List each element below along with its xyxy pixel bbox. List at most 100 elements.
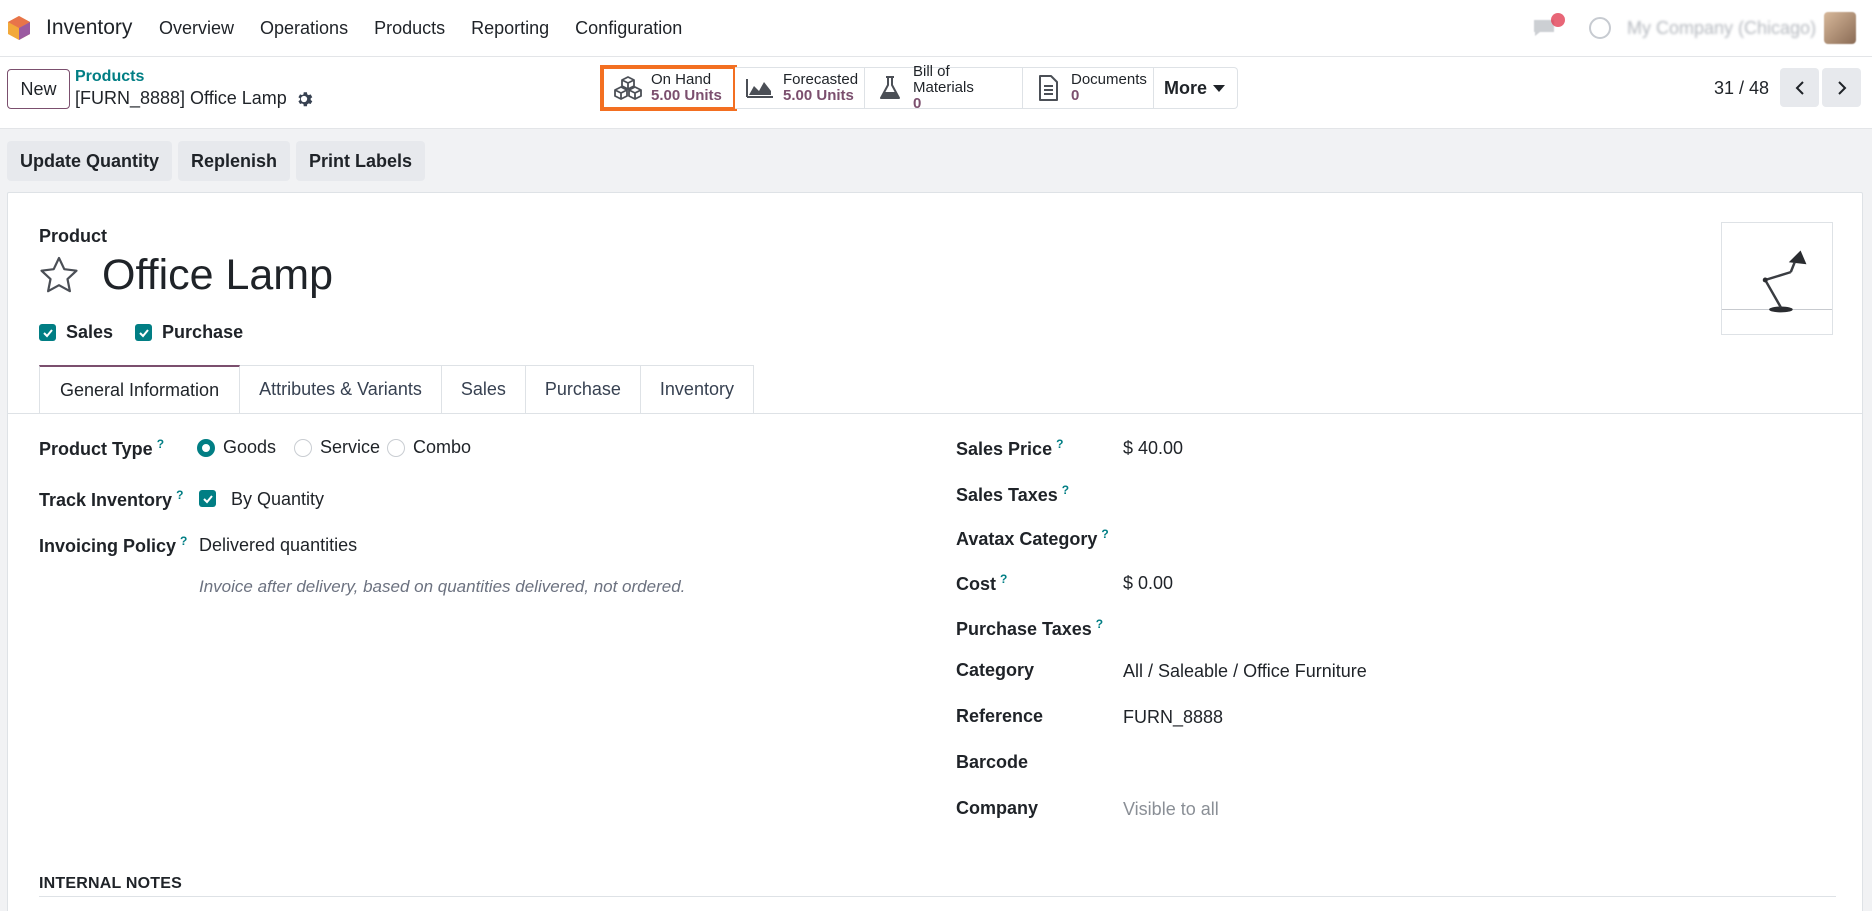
pager-value[interactable]: 31 / 48: [1714, 78, 1769, 99]
bom-label: Bill of Materials: [913, 63, 974, 96]
inventory-app-icon[interactable]: [7, 15, 31, 41]
radio-goods[interactable]: Goods: [197, 437, 276, 458]
product-label: Product: [39, 226, 108, 246]
chevron-right-icon: [1837, 80, 1846, 95]
forecasted-smart-button[interactable]: Forecasted 5.00 Units: [735, 67, 865, 109]
category-value[interactable]: All / Saleable / Office Furniture: [1123, 661, 1367, 682]
menu-operations[interactable]: Operations: [260, 18, 348, 39]
on-hand-value: 5.00 Units: [651, 87, 722, 104]
internal-notes-heading: INTERNAL NOTES: [39, 875, 182, 892]
internal-notes-divider: [39, 896, 1836, 897]
action-buttons: Update Quantity Replenish Print Labels: [7, 141, 426, 181]
reference-label: Reference: [956, 706, 1044, 726]
breadcrumb-products-link[interactable]: Products: [75, 68, 144, 86]
tab-inventory[interactable]: Inventory: [640, 365, 754, 414]
company-switcher[interactable]: My Company (Chicago): [1627, 18, 1816, 39]
radio-goods-label[interactable]: Goods: [223, 437, 276, 458]
radio-combo-button[interactable]: [387, 438, 405, 457]
radio-service[interactable]: Service: [294, 437, 380, 458]
sales-checkbox-label[interactable]: Sales: [66, 322, 113, 343]
chevron-left-icon: [1795, 80, 1804, 95]
menu-reporting[interactable]: Reporting: [471, 18, 549, 39]
radio-combo-label[interactable]: Combo: [413, 437, 471, 458]
document-icon: [1039, 75, 1058, 101]
forecasted-value: 5.00 Units: [783, 87, 854, 104]
radio-goods-button[interactable]: [197, 438, 215, 457]
company-label: Company: [956, 798, 1039, 818]
category-label: Category: [956, 660, 1035, 680]
gear-icon[interactable]: [295, 90, 313, 108]
smart-buttons: On Hand 5.00 Units Forecasted 5.00 Units…: [600, 63, 1238, 112]
documents-smart-button[interactable]: Documents 0: [1023, 67, 1154, 109]
purchase-checkbox[interactable]: [135, 324, 153, 341]
tab-general-information[interactable]: General Information: [39, 365, 241, 414]
area-chart-icon: [746, 79, 773, 98]
print-labels-button[interactable]: Print Labels: [296, 141, 426, 181]
help-icon[interactable]: ?: [1062, 483, 1069, 497]
cost-label: Cost?: [956, 572, 1008, 594]
check-icon: [202, 494, 213, 503]
barcode-label: Barcode: [956, 752, 1029, 772]
tab-purchase[interactable]: Purchase: [525, 365, 641, 414]
avatax-category-label: Avatax Category?: [956, 527, 1109, 549]
bill-of-materials-smart-button[interactable]: Bill of Materials 0: [865, 63, 1023, 112]
tab-sales[interactable]: Sales: [441, 365, 526, 414]
breadcrumb-current: [FURN_8888] Office Lamp: [75, 88, 313, 109]
track-inventory-value[interactable]: By Quantity: [231, 489, 324, 510]
tab-divider: [8, 413, 1862, 414]
form-tabs: General Information Attributes & Variant…: [39, 365, 754, 414]
update-quantity-button[interactable]: Update Quantity: [7, 141, 173, 181]
menu-products[interactable]: Products: [374, 18, 445, 39]
app-name[interactable]: Inventory: [46, 16, 132, 40]
tab-attributes-variants[interactable]: Attributes & Variants: [240, 365, 442, 414]
new-button[interactable]: New: [7, 69, 70, 109]
sales-price-value[interactable]: $ 40.00: [1123, 438, 1183, 459]
check-icon: [42, 328, 53, 337]
replenish-button[interactable]: Replenish: [178, 141, 291, 181]
help-icon[interactable]: ?: [157, 437, 164, 451]
menu-overview[interactable]: Overview: [159, 18, 234, 39]
invoicing-policy-value[interactable]: Delivered quantities: [199, 535, 357, 556]
pager-previous-button[interactable]: [1780, 68, 1819, 107]
help-icon[interactable]: ?: [1096, 617, 1103, 631]
form-sheet: Product Office Lamp Sales Purchase Gener…: [7, 192, 1863, 911]
messages-badge: [1551, 13, 1565, 27]
radio-combo[interactable]: Combo: [387, 437, 471, 458]
sales-price-label: Sales Price?: [956, 437, 1064, 459]
invoicing-policy-label: Invoicing Policy?: [39, 534, 188, 556]
activity-clock-icon[interactable]: [1589, 17, 1611, 39]
help-icon[interactable]: ?: [180, 534, 187, 548]
favorite-star-icon[interactable]: [38, 255, 80, 295]
sales-taxes-label: Sales Taxes?: [956, 483, 1070, 505]
help-icon[interactable]: ?: [1101, 527, 1108, 541]
more-label: More: [1164, 77, 1208, 98]
on-hand-label: On Hand: [651, 71, 712, 88]
product-image[interactable]: [1721, 222, 1833, 335]
product-name[interactable]: Office Lamp: [102, 251, 333, 300]
on-hand-smart-button[interactable]: On Hand 5.00 Units: [600, 65, 737, 111]
flask-icon: [880, 76, 900, 99]
cost-value[interactable]: $ 0.00: [1123, 573, 1173, 594]
pager-next-button[interactable]: [1822, 68, 1861, 107]
user-avatar[interactable]: [1824, 12, 1856, 44]
track-inventory-label: Track Inventory?: [39, 488, 184, 510]
caret-down-icon: [1213, 84, 1226, 92]
cubes-icon: [614, 76, 642, 100]
sales-checkbox[interactable]: [39, 324, 56, 341]
check-icon: [138, 328, 149, 337]
reference-value[interactable]: FURN_8888: [1123, 707, 1223, 728]
product-flags: Sales Purchase: [39, 322, 265, 343]
top-navbar: Inventory Overview Operations Products R…: [0, 0, 1872, 57]
track-inventory-checkbox[interactable]: [199, 490, 216, 507]
more-dropdown[interactable]: More: [1154, 67, 1238, 109]
radio-service-label[interactable]: Service: [320, 437, 380, 458]
help-icon[interactable]: ?: [1000, 572, 1007, 586]
menu-configuration[interactable]: Configuration: [575, 18, 682, 39]
purchase-checkbox-label[interactable]: Purchase: [162, 322, 243, 343]
company-value[interactable]: Visible to all: [1123, 799, 1219, 820]
help-icon[interactable]: ?: [176, 488, 183, 502]
documents-value: 0: [1071, 87, 1080, 104]
bom-value: 0: [913, 95, 922, 112]
radio-service-button[interactable]: [294, 438, 312, 457]
help-icon[interactable]: ?: [1056, 437, 1063, 451]
